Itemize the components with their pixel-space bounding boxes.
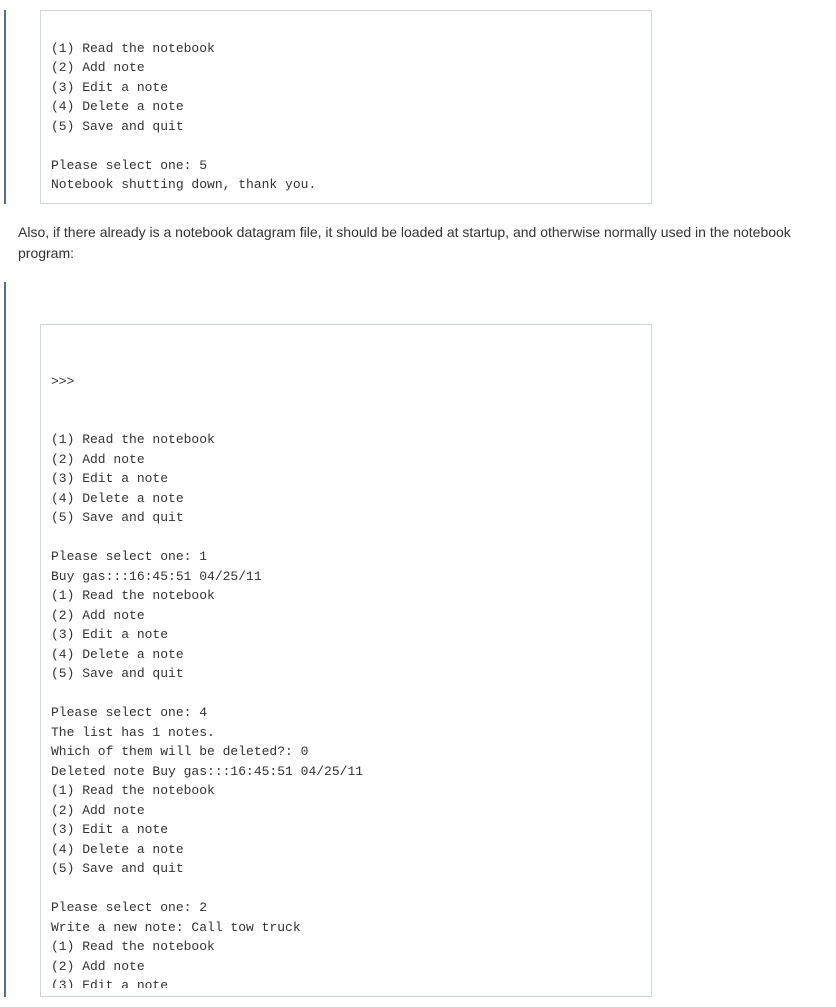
code-line: Please select one: 2 xyxy=(51,900,207,915)
code-line: Which of them will be deleted?: 0 xyxy=(51,744,308,759)
code-line: (3) Edit a note xyxy=(51,627,168,642)
code-line: (5) Save and quit xyxy=(51,666,184,681)
code-line: Deleted note Buy gas:::16:45:51 04/25/11 xyxy=(51,764,363,779)
code-line: (2) Add note xyxy=(51,608,145,623)
code-line: Notebook shutting down, thank you. xyxy=(51,177,316,192)
code-line: Buy gas:::16:45:51 04/25/11 xyxy=(51,569,262,584)
code-line xyxy=(51,881,59,896)
code-line: >>> xyxy=(51,374,74,389)
code-line: (1) Read the notebook xyxy=(51,41,215,56)
code-line: (5) Save and quit xyxy=(51,119,184,134)
code-line: (3) Edit a note xyxy=(51,471,168,486)
code-line: (3) Edit a note xyxy=(51,80,168,95)
code-line: (4) Delete a note xyxy=(51,842,184,857)
code-line: (3) Edit a note xyxy=(51,822,168,837)
code-line: (1) Read the notebook xyxy=(51,939,215,954)
code-line: (2) Add note xyxy=(51,60,145,75)
code-line xyxy=(51,393,59,408)
code-block-2: >>> (1) Read the notebook (2) Add note (… xyxy=(40,324,652,998)
code-line: (2) Add note xyxy=(51,959,145,974)
code-line: (1) Read the notebook xyxy=(51,783,215,798)
code-line xyxy=(51,686,59,701)
code-line xyxy=(51,354,59,369)
code-line: (4) Delete a note xyxy=(51,99,184,114)
code-line: The list has 1 notes. xyxy=(51,725,215,740)
quote-block-1: (1) Read the notebook (2) Add note (3) E… xyxy=(4,10,836,204)
code-block-1: (1) Read the notebook (2) Add note (3) E… xyxy=(40,10,652,204)
code-line: (1) Read the notebook xyxy=(51,588,215,603)
code-line: Write a new note: Call tow truck xyxy=(51,920,301,935)
code-line: Please select one: 1 xyxy=(51,549,207,564)
quote-block-2: >>> (1) Read the notebook (2) Add note (… xyxy=(4,282,836,998)
code-line: (5) Save and quit xyxy=(51,861,184,876)
code-line: Please select one: 5 xyxy=(51,158,207,173)
code-line: Please select one: 4 xyxy=(51,705,207,720)
code-line xyxy=(51,530,59,545)
code-line xyxy=(51,413,59,428)
code-line: (3) Edit a note xyxy=(51,978,168,988)
code-line: (4) Delete a note xyxy=(51,491,184,506)
code-line: (5) Save and quit xyxy=(51,510,184,525)
code-line: (2) Add note xyxy=(51,803,145,818)
code-line: (2) Add note xyxy=(51,452,145,467)
description-paragraph: Also, if there already is a notebook dat… xyxy=(4,222,836,264)
code-line: (1) Read the notebook xyxy=(51,432,215,447)
code-line xyxy=(51,138,59,153)
code-line: (4) Delete a note xyxy=(51,647,184,662)
